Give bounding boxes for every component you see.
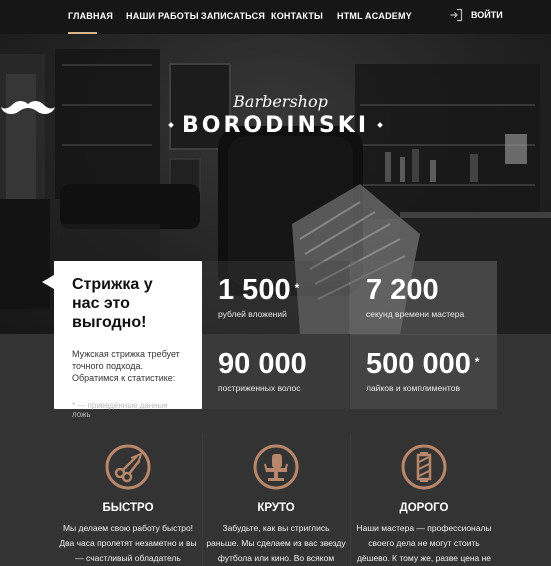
stat-value: 500 000 — [366, 348, 471, 380]
feature-expensive: ДОРОГО Наши мастера — профессионалы свое… — [350, 409, 498, 566]
stat-investment: 1 500 * рублей вложений — [202, 261, 349, 335]
stats-card: Стрижка у нас это выгодно! Мужская стриж… — [42, 261, 202, 419]
stat-value: 1 500 — [218, 274, 291, 306]
stat-value: 90 000 — [218, 348, 307, 380]
feature-cool: КРУТО Забудьте, как вы стриглись раньше.… — [202, 409, 350, 566]
brand-script: Barbershop — [233, 92, 328, 111]
nav-item-works[interactable]: НАШИ РАБОТЫ — [126, 11, 199, 21]
main-nav: ГЛАВНАЯ НАШИ РАБОТЫ ЗАПИСАТЬСЯ КОНТАКТЫ … — [0, 0, 551, 34]
stat-likes: 500 000 * лайков и комплиментов — [350, 335, 497, 409]
stat-label: лайков и комплиментов — [366, 383, 460, 393]
nav-item-appointment[interactable]: ЗАПИСАТЬСЯ — [201, 11, 265, 21]
brand-dot-left — [168, 121, 174, 128]
feature-text: Наши мастера — профессионалы своего дела… — [356, 523, 492, 563]
scissors-razor-icon — [105, 444, 151, 490]
feature-fast: БЫСТРО Мы делаем свою работу быстро! Два… — [54, 409, 202, 566]
brand-logo: Barbershop BORODINSKI — [0, 92, 551, 138]
brand-dot-right — [377, 121, 383, 128]
stat-star: * — [474, 355, 480, 369]
login-button[interactable]: ВОЙТИ — [449, 8, 503, 22]
stats-title: Стрижка у нас это выгодно! — [72, 276, 153, 331]
stat-label: секунд времени мастера — [366, 309, 465, 319]
stats-description: Мужская стрижка требует точного подхода.… — [72, 349, 180, 383]
nav-item-contacts[interactable]: КОНТАКТЫ — [271, 11, 323, 21]
features-section: БЫСТРО Мы делаем свою работу быстро! Два… — [54, 409, 498, 566]
stat-master-time: 7 200 секунд времени мастера — [350, 261, 497, 335]
barber-chair-icon — [253, 444, 299, 490]
nav-item-home[interactable]: ГЛАВНАЯ — [68, 11, 113, 21]
stat-hair-cut: 90 000 постриженных волос — [202, 335, 349, 409]
nav-active-indicator — [68, 32, 97, 34]
stat-label: рублей вложений — [218, 309, 287, 319]
feature-divider — [202, 433, 203, 566]
stat-value: 7 200 — [366, 274, 439, 306]
feature-title: КРУТО — [257, 502, 295, 514]
stat-star: * — [294, 281, 300, 295]
feature-title: БЫСТРО — [102, 502, 154, 514]
stat-label: постриженных волос — [218, 383, 301, 393]
login-icon — [450, 8, 463, 22]
brand-name: BORODINSKI — [181, 113, 370, 138]
mustache-icon — [1, 101, 55, 115]
feature-divider — [350, 433, 351, 566]
feature-title: ДОРОГО — [399, 502, 449, 514]
feature-text: Забудьте, как вы стриглись раньше. Мы сд… — [206, 523, 346, 563]
barber-pole-icon — [401, 444, 447, 490]
nav-item-html-academy[interactable]: HTML ACADEMY — [337, 11, 412, 21]
feature-text: Мы делаем свою работу быстро! Два часа п… — [59, 523, 197, 563]
login-label: ВОЙТИ — [471, 10, 503, 20]
